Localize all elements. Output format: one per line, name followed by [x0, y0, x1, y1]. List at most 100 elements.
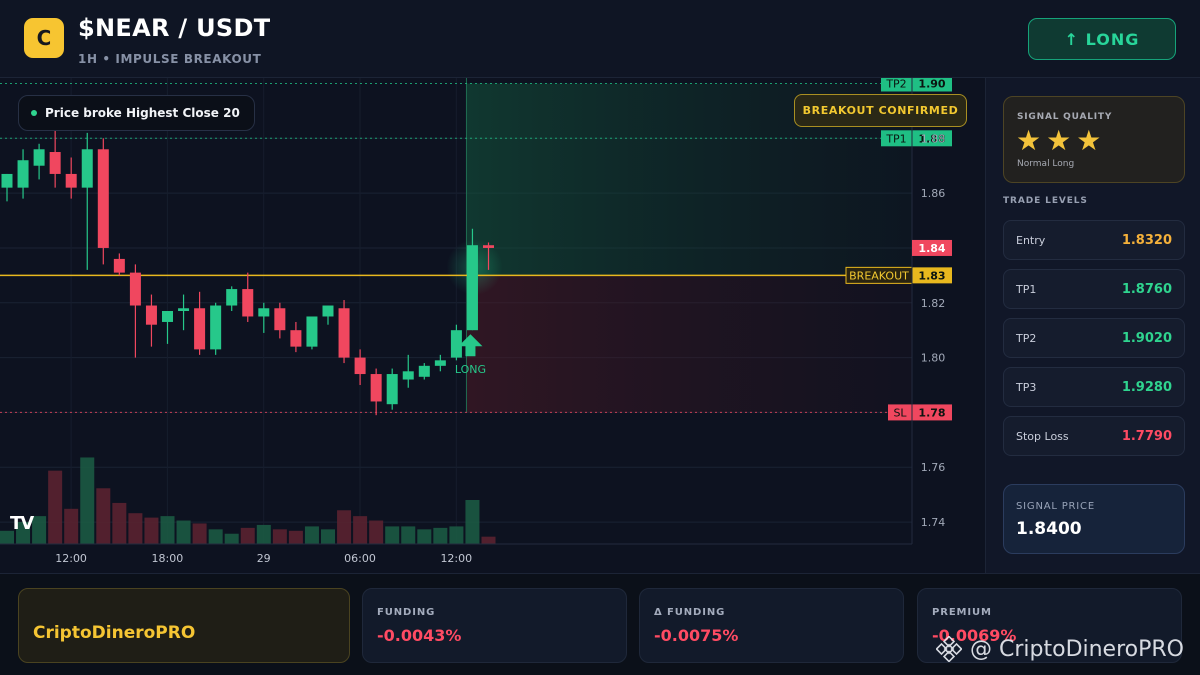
brand-card: CriptoDineroPRO	[18, 588, 350, 663]
watermark: @ CriptoDineroPRO	[936, 636, 1184, 662]
trade-level-tp2: TP2 1.9020	[1003, 318, 1185, 358]
candle-body	[178, 308, 190, 311]
candle-body	[242, 289, 254, 317]
volume-bar	[321, 529, 335, 544]
volume-bars	[0, 457, 496, 544]
candle-body	[129, 272, 141, 306]
funding-card: FUNDING -0.0043%	[362, 588, 627, 663]
volume-bar	[401, 526, 416, 544]
candle-body	[386, 374, 398, 405]
breakout-reason-text: Price broke Highest Close 20	[45, 106, 240, 120]
level-name-label: TP2	[885, 78, 906, 90]
volume-bar	[353, 516, 368, 544]
trade-level-name: TP2	[1016, 332, 1037, 345]
binance-logo-icon	[936, 636, 962, 662]
candle-body	[306, 316, 318, 347]
candle-body	[97, 149, 109, 248]
signal-sidebar: SIGNAL QUALITY ★ ★ ★ Normal Long TRADE LEV…	[985, 78, 1200, 573]
trade-level-tp3: TP3 1.9280	[1003, 367, 1185, 407]
price-axis-tick: 1.80	[921, 352, 946, 365]
signal-price-value: 1.8400	[1016, 519, 1082, 539]
price-axis-tick: 1.82	[921, 297, 946, 310]
breakout-confirmed-badge: BREAKOUT CONFIRMED	[794, 94, 967, 127]
volume-bar	[465, 500, 480, 544]
volume-bar	[449, 526, 464, 544]
trade-level-name: TP1	[1016, 283, 1037, 296]
trade-level-value: 1.9280	[1121, 380, 1172, 395]
volume-bar	[272, 529, 287, 544]
candle-body	[434, 360, 446, 366]
stat-label: Δ FUNDING	[654, 607, 726, 618]
time-axis-tick: 12:00	[55, 552, 87, 565]
candle-body	[113, 258, 125, 273]
candle-body	[274, 308, 286, 331]
volume-bar	[96, 488, 111, 544]
stat-label: FUNDING	[377, 607, 436, 618]
volume-bar	[288, 530, 303, 544]
brand-logo-icon: C	[24, 18, 64, 58]
candle-body	[194, 308, 206, 350]
trade-level-value: 1.7790	[1121, 429, 1172, 444]
level-name-label: BREAKOUT	[849, 269, 909, 282]
volume-bar	[385, 526, 400, 544]
volume-bar	[64, 508, 79, 544]
star-icon: ★	[1016, 124, 1042, 157]
candle-body	[1, 173, 13, 188]
trade-level-entry: Entry 1.8320	[1003, 220, 1185, 260]
candle-body	[290, 330, 302, 347]
signal-price-title: SIGNAL PRICE	[1016, 501, 1095, 512]
long-signal-button[interactable]: ↑ LONG	[1028, 18, 1176, 60]
volume-bar	[208, 529, 223, 544]
candle-body	[418, 365, 430, 377]
volume-bar	[192, 523, 207, 544]
price-chart[interactable]: LONG TP2 1.90 TP1 1.88 BREAKOUT 1.83 SL 1.78 1.8…	[0, 78, 985, 573]
trade-level-name: TP3	[1016, 381, 1037, 394]
stat-value: -0.0043%	[377, 626, 462, 645]
time-axis-tick: 06:00	[344, 552, 376, 565]
price-axis-tick: 1.74	[921, 516, 946, 529]
volume-bar	[32, 516, 47, 544]
volume-bar	[481, 536, 496, 544]
candle-body	[258, 308, 270, 317]
loss-zone	[466, 275, 912, 413]
long-marker-label: LONG	[455, 363, 486, 376]
star-icon: ★	[1046, 124, 1072, 157]
trade-level-tp1: TP1 1.8760	[1003, 269, 1185, 309]
candle-body	[483, 245, 494, 248]
header: C $NEAR / USDT 1H • IMPULSE BREAKOUT ↑ L…	[0, 0, 1200, 78]
breakout-reason-badge: Price broke Highest Close 20	[18, 95, 255, 131]
candle-body	[370, 374, 382, 402]
stat-value: -0.0075%	[654, 626, 739, 645]
candle-body	[402, 371, 414, 380]
volume-bar	[369, 520, 384, 544]
volume-bar	[128, 513, 143, 544]
chart-canvas: LONG TP2 1.90 TP1 1.88 BREAKOUT 1.83 SL 1.78 1.8…	[0, 78, 952, 565]
price-axis-tick: 1.76	[921, 461, 946, 474]
volume-bar	[256, 524, 271, 544]
trade-level-name: Entry	[1016, 234, 1046, 247]
candles: LONG	[1, 130, 494, 416]
candle-body	[49, 152, 61, 174]
time-axis-tick: 18:00	[152, 552, 184, 565]
trade-level-value: 1.9020	[1121, 331, 1172, 346]
level-price-label: 1.83	[918, 269, 945, 282]
candle-body	[466, 245, 478, 331]
candle-body	[145, 305, 157, 325]
tradingview-logo-icon[interactable]: TV	[10, 513, 34, 534]
candle-body	[210, 305, 222, 350]
candle-body	[450, 330, 462, 358]
pair-title: $NEAR / USDT	[78, 14, 271, 42]
level-price-label: 1.78	[918, 406, 945, 419]
volume-bar	[224, 533, 239, 544]
watermark-text: @ CriptoDineroPRO	[970, 636, 1184, 662]
trade-levels-title: TRADE LEVELS	[1003, 196, 1088, 206]
price-axis-tick: 1.86	[921, 187, 946, 200]
signal-price-card: SIGNAL PRICE 1.8400	[1003, 484, 1185, 554]
time-axis-tick: 29	[257, 552, 271, 565]
volume-bar	[304, 526, 319, 544]
star-icon: ★	[1076, 124, 1102, 157]
volume-bar	[337, 510, 352, 544]
candle-body	[33, 149, 45, 166]
price-axis-tick: 1.88	[921, 132, 946, 145]
volume-bar	[112, 502, 127, 544]
